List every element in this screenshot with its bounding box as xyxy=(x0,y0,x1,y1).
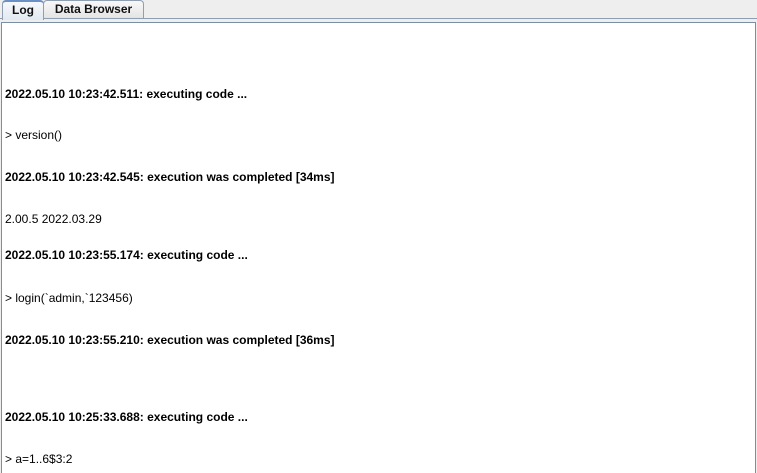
log-line-status: 2022.05.10 10:23:55.174: executing code … xyxy=(5,248,248,262)
log-line-status: 2022.05.10 10:23:42.511: executing code … xyxy=(5,87,248,101)
tab-log[interactable]: Log xyxy=(2,0,44,20)
log-line-code: > a=1..6$3:2 xyxy=(5,452,73,466)
tab-bar: Log Data Browser xyxy=(0,0,757,20)
log-line-output: 2.00.5 2022.03.29 xyxy=(5,212,102,226)
log-line-status: 2022.05.10 10:25:33.688: executing code … xyxy=(5,410,248,424)
log-line-status: 2022.05.10 10:23:55.210: execution was c… xyxy=(5,333,335,347)
app-window: Log Data Browser 2022.05.10 10:23:42.511… xyxy=(0,0,757,473)
log-line-code: > version() xyxy=(5,128,63,142)
tab-data-browser[interactable]: Data Browser xyxy=(43,0,144,18)
log-line-status: 2022.05.10 10:23:42.545: execution was c… xyxy=(5,170,335,184)
log-line-code: > login(`admin,`123456) xyxy=(5,291,133,305)
log-panel[interactable]: 2022.05.10 10:23:42.511: executing code … xyxy=(1,22,756,473)
tab-divider xyxy=(0,18,757,19)
